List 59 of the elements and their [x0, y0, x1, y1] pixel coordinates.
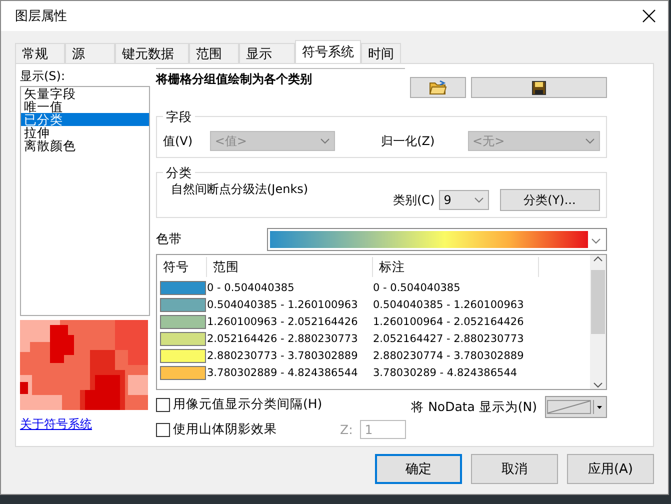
range-cell-text: 2.880230773 - 3.780302889 — [207, 350, 359, 362]
save-button[interactable] — [471, 77, 607, 98]
z-label: Z: — [340, 422, 353, 437]
checkbox[interactable] — [156, 398, 170, 412]
label-cell: 3.78030289 - 4.824386544 — [373, 366, 518, 378]
renderer-description: 将栅格分组值绘制为各个类别 — [156, 68, 405, 92]
classes-dropdown[interactable]: 9 — [438, 190, 489, 210]
label-cell: 2.052164427 - 2.880230773 — [373, 332, 524, 344]
close-icon[interactable] — [640, 7, 658, 25]
list-item[interactable]: 离散颜色 — [21, 139, 149, 152]
tab[interactable]: 符号系统 — [295, 40, 361, 63]
nodata-color-picker[interactable] — [545, 396, 607, 418]
normalization-label: 归一化(Z) — [381, 132, 436, 150]
label-cell: 0 - 0.504040385 — [373, 282, 460, 294]
show-label: 显示(S): — [20, 68, 66, 85]
range-cell-text: 0 - 0.504040385 — [207, 282, 296, 294]
classes-label: 类别(C) — [393, 192, 435, 208]
range-cell-text: 3.780302889 - 4.824386544 — [207, 366, 359, 378]
scrollbar[interactable] — [590, 255, 606, 389]
scroll-down-icon[interactable] — [593, 381, 603, 389]
dialog-button[interactable]: 确定 — [375, 454, 462, 484]
window-title: 图层属性 — [15, 8, 67, 25]
tab[interactable]: 键元数据 — [115, 43, 189, 63]
list-item[interactable]: 已分类 — [21, 113, 149, 126]
color-ramp-label: 色带 — [156, 231, 182, 248]
classification-method: 自然间断点分级法(Jenks) — [171, 181, 310, 198]
dropdown-arrow-icon — [593, 400, 603, 414]
list-item[interactable]: 矢量字段 — [21, 87, 149, 100]
tab[interactable]: 时间 — [361, 43, 401, 63]
column-header: 标注 — [373, 257, 539, 277]
nodata-label: 将 NoData 显示为(N) — [411, 398, 537, 416]
tab[interactable]: 范围 — [189, 43, 239, 63]
tab[interactable]: 源 — [65, 43, 115, 63]
range-cell-text: 2.052164426 - 2.880230773 — [207, 332, 359, 344]
label-cell: 0.504040385 - 1.260100963 — [373, 298, 524, 310]
classify-button[interactable]: 分类(Y)... — [500, 189, 600, 211]
group-title: 分类 — [163, 165, 195, 182]
tab[interactable]: 常规 — [15, 43, 65, 63]
open-file-button[interactable] — [410, 77, 466, 98]
color-ramp-dropdown[interactable] — [267, 228, 607, 251]
list-item[interactable]: 拉伸 — [21, 126, 149, 139]
column-header: 范围 — [207, 257, 373, 277]
group-title: 字段 — [163, 109, 195, 126]
about-symbology-link[interactable]: 关于符号系统 — [20, 416, 150, 433]
label-cell: 1.260100964 - 2.052164426 — [373, 316, 524, 328]
folder-icon — [429, 80, 448, 95]
value-label: 值(V) — [163, 132, 194, 150]
scroll-up-icon[interactable] — [593, 255, 603, 263]
range-cell-text: 1.260100963 - 2.052164426 — [207, 316, 359, 328]
label-cell: 2.880230774 - 3.780302889 — [373, 350, 524, 362]
range-cell-text: 0.504040385 - 1.260100963 — [207, 298, 359, 310]
dialog-button[interactable]: 应用(A) — [567, 454, 654, 484]
list-item[interactable]: 唯一值 — [21, 100, 149, 113]
column-header: 符号 — [157, 257, 207, 277]
option-label: 使用山体阴影效果 — [173, 421, 277, 438]
tab[interactable]: 显示 — [239, 43, 295, 63]
option-label: 用像元值显示分类间隔(H) — [173, 396, 322, 413]
checkbox[interactable] — [156, 422, 170, 436]
dialog-button[interactable]: 取消 — [471, 454, 558, 484]
